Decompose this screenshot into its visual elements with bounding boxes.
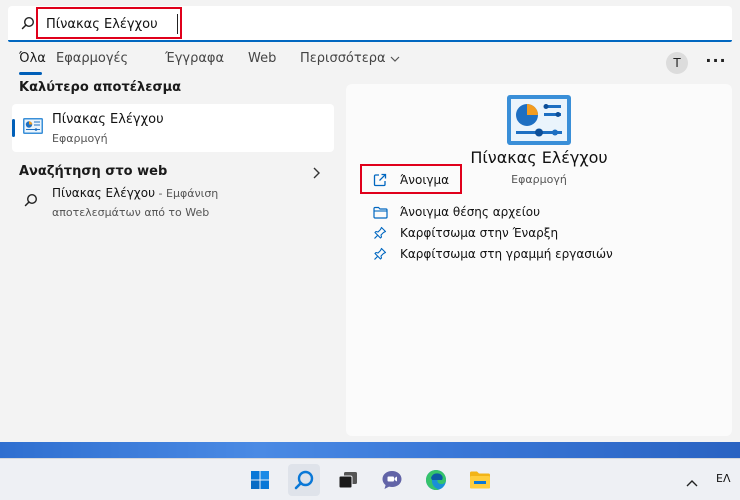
- best-match-subtitle: Εφαρμογή: [52, 132, 108, 145]
- best-match-header: Καλύτερο αποτέλεσμα: [19, 80, 182, 95]
- pin-to-start-action[interactable]: Καρφίτσωμα στην Έναρξη: [372, 223, 558, 243]
- search-input[interactable]: [46, 14, 178, 34]
- web-search-header[interactable]: Αναζήτηση στο web: [12, 160, 334, 184]
- teams-chat-icon[interactable]: [376, 464, 408, 496]
- tab-all[interactable]: Όλα: [19, 51, 46, 66]
- more-options-icon[interactable]: ···: [704, 48, 728, 72]
- filter-tabs: Όλα Εφαρμογές Έγγραφα Web Περισσότερα T …: [0, 46, 740, 76]
- pin-icon: [372, 225, 388, 241]
- chevron-up-icon[interactable]: [686, 472, 698, 491]
- web-search-result[interactable]: Πίνακας Ελέγχου - Εμφάνιση αποτελεσμάτων…: [12, 184, 334, 224]
- open-file-location-label: Άνοιγμα θέσης αρχείου: [400, 205, 541, 219]
- pin-icon: [372, 246, 388, 262]
- web-result-line2: αποτελεσμάτων από το Web: [52, 206, 210, 219]
- search-icon: [21, 15, 35, 34]
- search-panel: Όλα Εφαρμογές Έγγραφα Web Περισσότερα T …: [0, 0, 740, 442]
- avatar[interactable]: T: [666, 52, 688, 74]
- selection-indicator: [12, 119, 15, 137]
- tab-documents[interactable]: Έγγραφα: [165, 51, 224, 66]
- search-query-highlight: [36, 7, 182, 39]
- chevron-down-icon: [390, 56, 399, 62]
- tab-more-label: Περισσότερα: [300, 51, 386, 66]
- pin-to-start-label: Καρφίτσωμα στην Έναρξη: [400, 226, 559, 240]
- open-action[interactable]: Άνοιγμα: [372, 170, 449, 190]
- web-search-header-label: Αναζήτηση στο web: [19, 164, 168, 179]
- control-panel-icon: [22, 117, 44, 141]
- web-result-line1: Πίνακας Ελέγχου - Εμφάνιση: [52, 186, 218, 200]
- active-tab-indicator: [19, 72, 42, 75]
- folder-icon: [372, 204, 388, 220]
- search-icon: [24, 192, 38, 211]
- best-match-result[interactable]: Πίνακας Ελέγχου Εφαρμογή: [12, 104, 334, 152]
- desktop-wallpaper: [0, 442, 740, 458]
- tab-more[interactable]: Περισσότερα: [300, 51, 400, 66]
- file-explorer-icon[interactable]: [464, 464, 496, 496]
- web-result-title: Πίνακας Ελέγχου: [52, 186, 156, 200]
- tab-apps[interactable]: Εφαρμογές: [56, 51, 128, 66]
- best-match-title: Πίνακας Ελέγχου: [52, 112, 164, 127]
- edge-icon[interactable]: [420, 464, 452, 496]
- open-action-label: Άνοιγμα: [400, 173, 450, 187]
- open-file-location-action[interactable]: Άνοιγμα θέσης αρχείου: [372, 202, 540, 222]
- open-external-icon: [372, 172, 388, 188]
- windows-start-icon[interactable]: [244, 464, 276, 496]
- taskbar: ΕΛ: [0, 458, 740, 500]
- pin-to-taskbar-action[interactable]: Καρφίτσωμα στη γραμμή εργασιών: [372, 244, 613, 264]
- pin-to-taskbar-label: Καρφίτσωμα στη γραμμή εργασιών: [400, 247, 613, 261]
- control-panel-icon: [506, 94, 572, 150]
- search-bar[interactable]: [8, 6, 732, 42]
- search-icon[interactable]: [288, 464, 320, 496]
- tab-web[interactable]: Web: [248, 51, 276, 66]
- web-result-suffix: - Εμφάνιση: [155, 187, 219, 200]
- chevron-right-icon: [312, 164, 320, 183]
- task-view-icon[interactable]: [332, 464, 364, 496]
- language-indicator[interactable]: ΕΛ: [716, 472, 730, 485]
- detail-pane: Πίνακας Ελέγχου Εφαρμογή Άνοιγμα Άνοιγμα…: [346, 84, 732, 436]
